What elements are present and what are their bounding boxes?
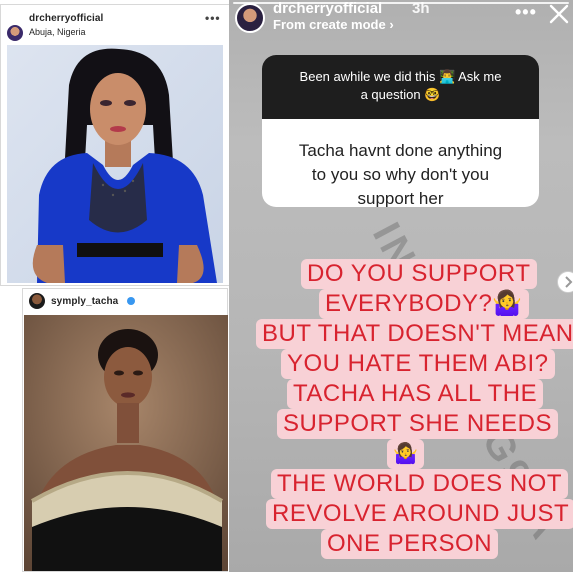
avatar[interactable] bbox=[7, 25, 23, 41]
avatar[interactable] bbox=[29, 293, 45, 309]
next-story-button[interactable] bbox=[557, 271, 573, 293]
question-line: to you so why don't you bbox=[311, 165, 490, 184]
question-prompt-line-2: a question 🤓 bbox=[360, 87, 441, 102]
post-location[interactable]: Abuja, Nigeria bbox=[29, 27, 86, 37]
post-username[interactable]: drcherryofficial bbox=[29, 13, 103, 24]
more-options-icon[interactable]: ••• bbox=[205, 11, 221, 25]
question-prompt: Been awhile we did this 👨‍💻 Ask me a que… bbox=[262, 55, 539, 119]
chevron-right-icon bbox=[565, 276, 573, 288]
story-avatar[interactable] bbox=[235, 3, 265, 33]
close-icon[interactable] bbox=[549, 4, 569, 24]
instagram-post-tacha: symply_tacha ••• bbox=[22, 288, 228, 572]
verified-badge-icon bbox=[127, 297, 135, 305]
story-username[interactable]: drcherryofficial bbox=[273, 0, 382, 17]
question-line: support her bbox=[357, 189, 444, 207]
instagram-story[interactable]: drcherryofficial 3h From create mode › •… bbox=[229, 0, 573, 572]
post-photo bbox=[24, 315, 228, 571]
question-line: Tacha havnt done anything bbox=[298, 141, 503, 160]
reply-line: TACHA HAS ALL THE bbox=[287, 379, 544, 409]
reply-line: YOU HATE THEM ABI? bbox=[281, 349, 555, 379]
post-photo bbox=[7, 45, 223, 283]
question-sticker: Been awhile we did this 👨‍💻 Ask me a que… bbox=[262, 55, 539, 207]
post-username[interactable]: symply_tacha bbox=[51, 296, 118, 307]
reply-line: SUPPORT SHE NEEDS bbox=[277, 409, 559, 439]
reply-line: REVOLVE AROUND JUST bbox=[266, 499, 573, 529]
question-prompt-line-1: Been awhile we did this 👨‍💻 Ask me bbox=[299, 69, 502, 84]
instagram-post-drcherry: drcherryofficial Abuja, Nigeria ••• bbox=[0, 4, 230, 286]
reply-line: 🤷‍♀️ bbox=[387, 439, 425, 469]
reply-line: BUT THAT DOESN'T MEAN bbox=[256, 319, 573, 349]
reply-line: EVERYBODY?🤷‍♀️ bbox=[319, 289, 529, 319]
reply-line: DO YOU SUPPORT bbox=[301, 259, 537, 289]
reply-line: THE WORLD DOES NOT bbox=[271, 469, 569, 499]
story-source-link[interactable]: From create mode › bbox=[273, 17, 394, 32]
question-text: Tacha havnt done anything to you so why … bbox=[262, 139, 539, 207]
reply-line: ONE PERSON bbox=[321, 529, 499, 559]
story-more-options-icon[interactable]: ••• bbox=[515, 2, 537, 23]
story-timestamp: 3h bbox=[412, 0, 430, 17]
